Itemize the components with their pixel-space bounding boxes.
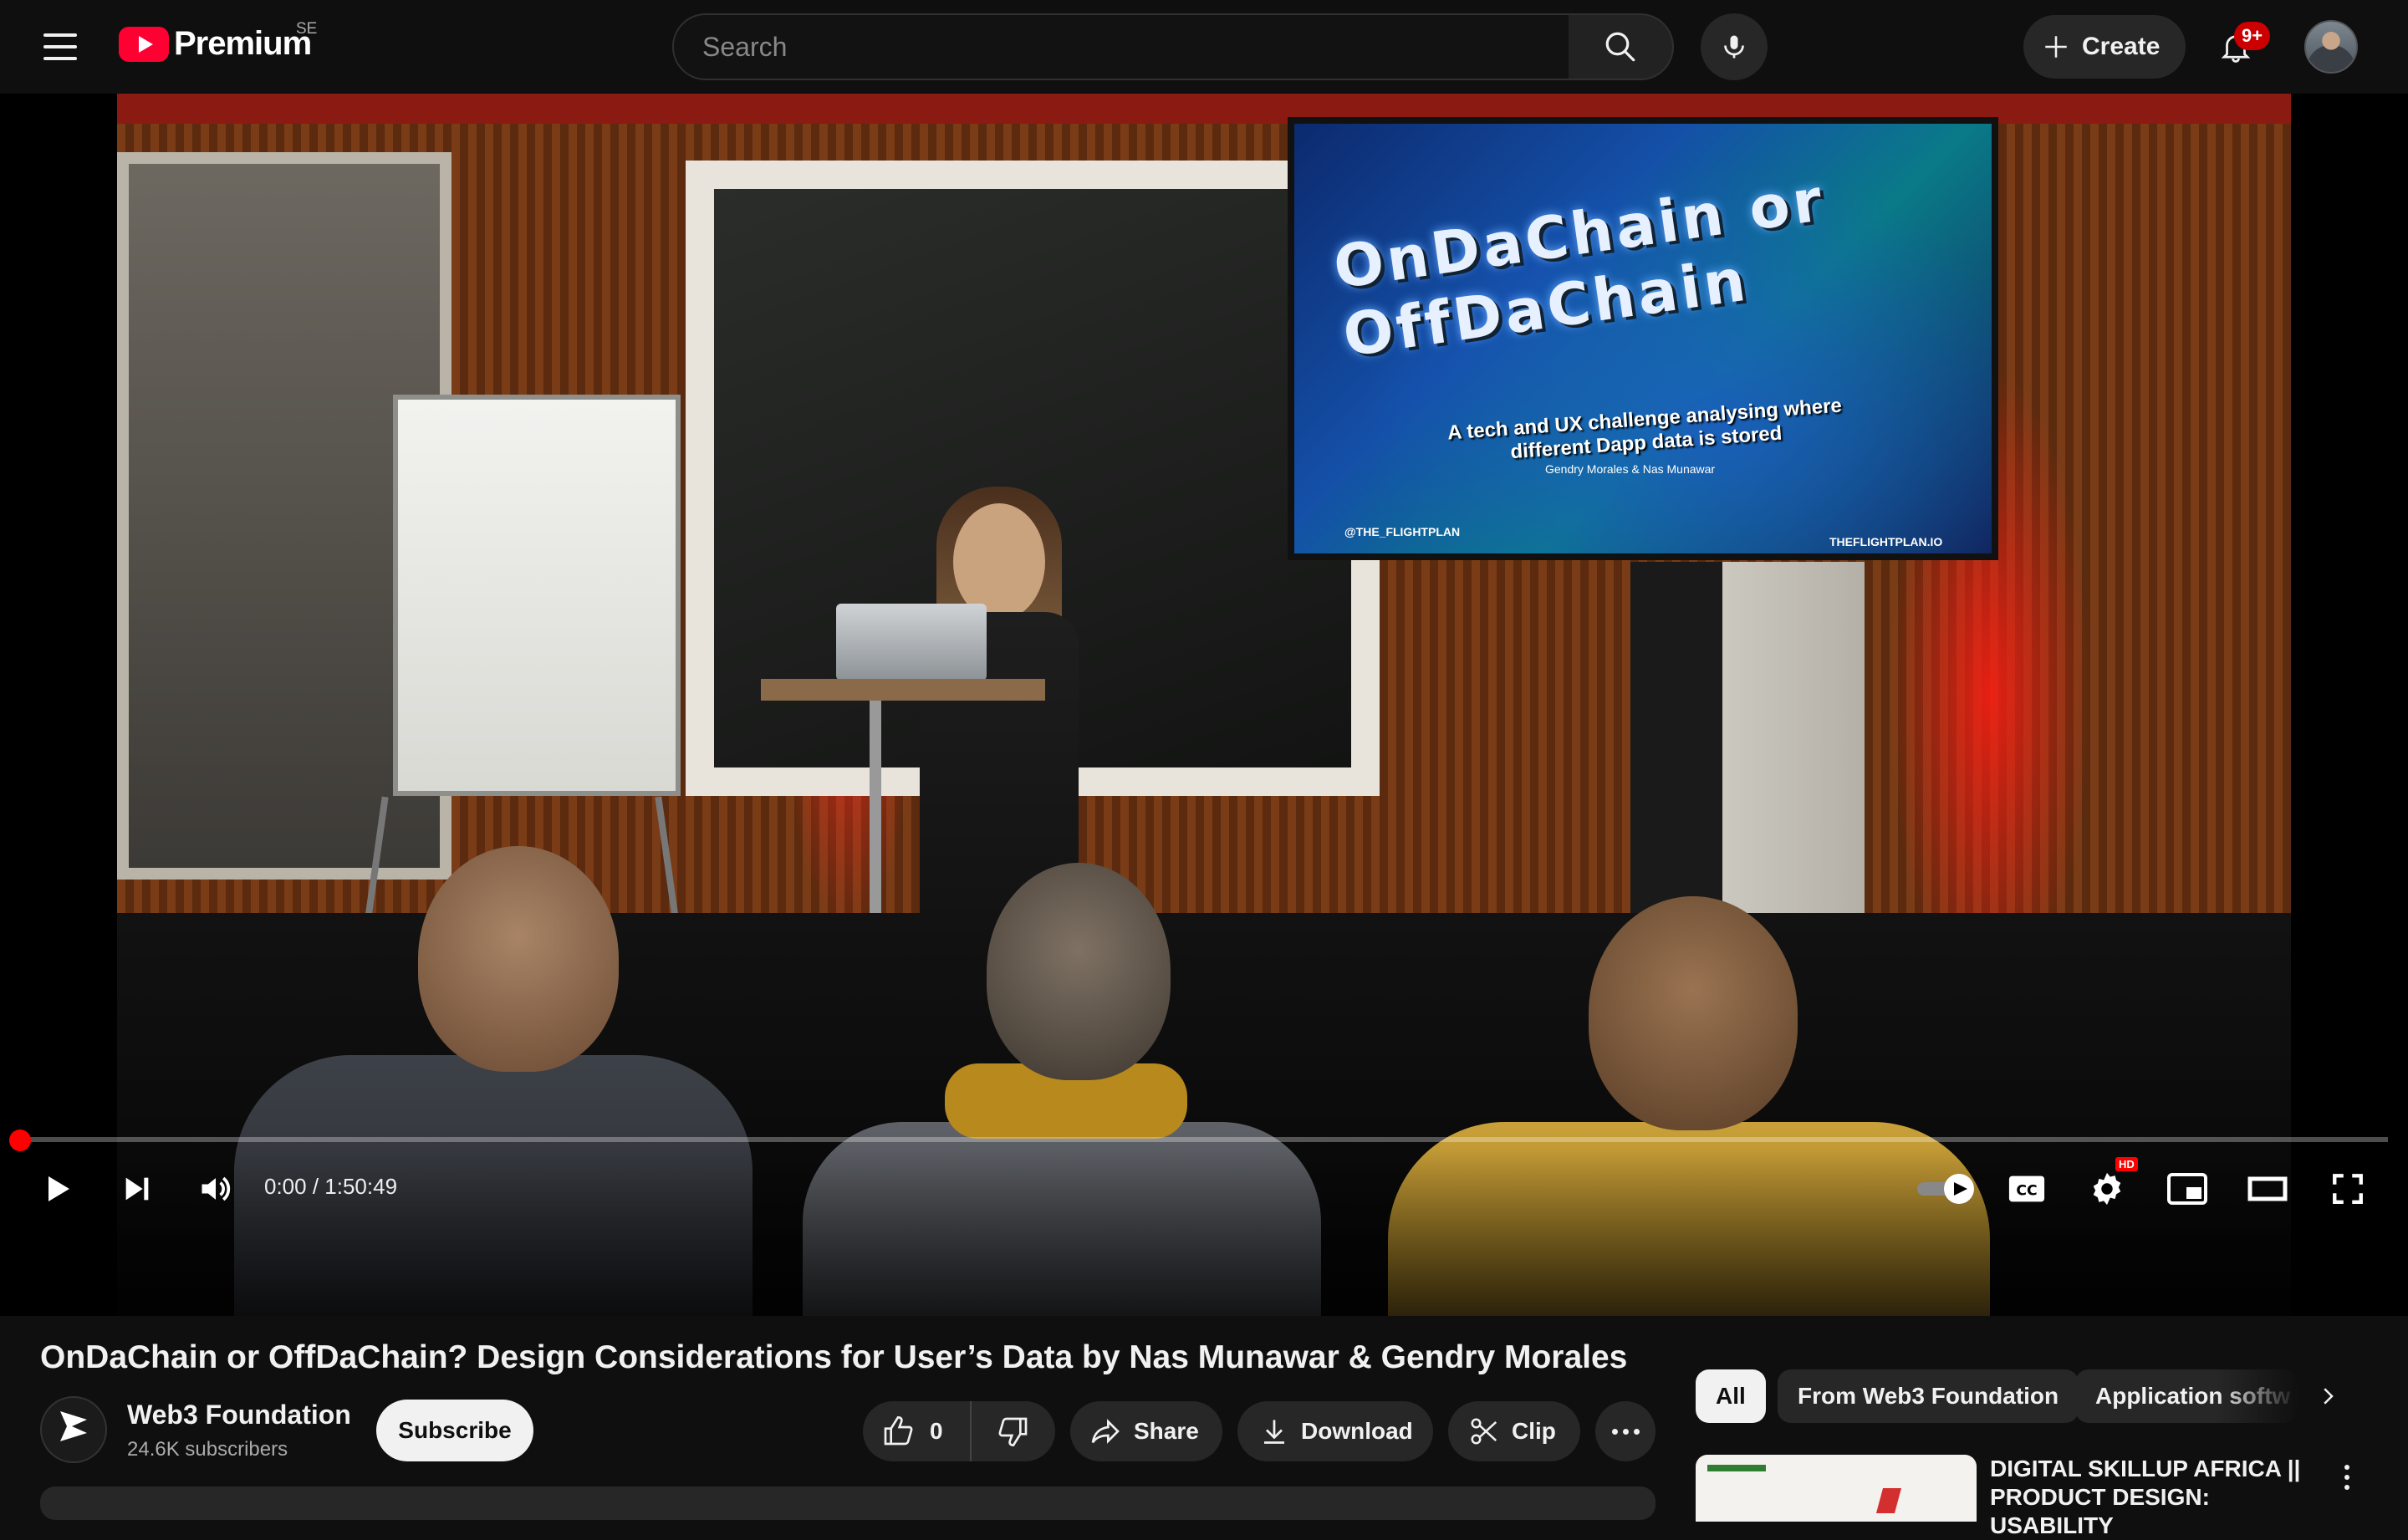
mute-button[interactable]: [189, 1162, 242, 1216]
hd-badge: HD: [2115, 1157, 2138, 1171]
subscribe-button[interactable]: Subscribe: [376, 1400, 533, 1461]
recommendation-menu-button[interactable]: [2334, 1456, 2360, 1498]
youtube-logo-icon: [119, 26, 169, 62]
share-label: Share: [1134, 1418, 1199, 1444]
more-dot: [1611, 1428, 1618, 1435]
scene-speaker-head: [953, 503, 1045, 620]
download-icon: [1264, 1420, 1284, 1444]
like-button[interactable]: 0: [863, 1401, 970, 1461]
autoplay-toggle[interactable]: [1915, 1162, 1978, 1216]
thumbs-up-icon: [884, 1415, 913, 1446]
logo-text: Premium: [174, 25, 312, 62]
description-box[interactable]: [40, 1486, 1656, 1520]
channel-avatar[interactable]: [40, 1396, 107, 1463]
scene-audience-head: [418, 846, 619, 1072]
chevron-right-icon: [2324, 1388, 2334, 1405]
chip-from-web3-foundation[interactable]: From Web3 Foundation: [1778, 1369, 2079, 1423]
slide-names: Gendry Morales & Nas Munawar: [1545, 462, 1716, 476]
more-dot: [1622, 1428, 1629, 1435]
share-button[interactable]: Share: [1070, 1401, 1222, 1461]
menu-icon[interactable]: [37, 28, 84, 65]
slide-handle: @THE_FLIGHTPLAN: [1344, 525, 1461, 538]
clip-label: Clip: [1512, 1418, 1556, 1444]
miniplayer-button[interactable]: [2161, 1162, 2214, 1216]
recommendation-thumbnail[interactable]: [1696, 1455, 1977, 1522]
search-button[interactable]: [1569, 13, 1674, 80]
chip-next-button[interactable]: [2303, 1371, 2353, 1421]
create-label: Create: [2082, 33, 2161, 60]
captions-button[interactable]: CC: [2000, 1162, 2053, 1216]
more-actions-button[interactable]: [1595, 1401, 1656, 1461]
search-input[interactable]: [674, 15, 1569, 79]
clip-button[interactable]: Clip: [1448, 1401, 1580, 1461]
channel-name[interactable]: Web3 Foundation: [127, 1400, 351, 1430]
video-player[interactable]: OnDaChain or OffDaChain A tech and UX ch…: [0, 94, 2408, 1316]
chip-fade: [2216, 1368, 2299, 1425]
slide-site: THEFLIGHTPLAN.IO: [1829, 535, 1943, 548]
scene-audience-head: [987, 863, 1171, 1080]
plus-icon: [2045, 36, 2067, 58]
scene-laptop: [836, 604, 987, 681]
progress-scrubber[interactable]: [9, 1130, 31, 1151]
cc-icon: CC: [2008, 1175, 2045, 1202]
autoplay-toggle-icon: [1917, 1174, 1974, 1204]
scene-flipchart: [393, 395, 681, 796]
current-time: 0:00: [264, 1174, 307, 1199]
scissors-icon: [1471, 1418, 1497, 1445]
youtube-premium-logo[interactable]: Premium SE: [119, 20, 317, 63]
fullscreen-button[interactable]: [2321, 1162, 2375, 1216]
microphone-icon: [1724, 35, 1744, 59]
volume-icon: [202, 1176, 231, 1201]
search-box: [672, 13, 1570, 80]
download-label: Download: [1301, 1418, 1413, 1444]
skip-next-icon: [125, 1177, 149, 1201]
presentation-screen: OnDaChain or OffDaChain A tech and UX ch…: [1288, 117, 1998, 560]
voice-search-button[interactable]: [1701, 13, 1768, 80]
notification-count-badge: 9+: [2234, 22, 2271, 50]
slide: OnDaChain or OffDaChain A tech and UX ch…: [1294, 124, 1992, 553]
time-display: 0:00 / 1:50:49: [264, 1174, 397, 1200]
web3-foundation-logo-icon: [60, 1411, 87, 1441]
play-icon: [48, 1176, 69, 1201]
play-button[interactable]: [30, 1162, 84, 1216]
masthead: Premium SE Create 9+: [0, 0, 2408, 94]
svg-text:CC: CC: [2016, 1183, 2037, 1200]
thumbs-down-icon: [998, 1417, 1028, 1447]
region-code: SE: [296, 20, 318, 38]
slide-title: OnDaChain or OffDaChain: [1329, 165, 1829, 370]
scene-audience-head: [1589, 896, 1798, 1130]
dislike-button[interactable]: [970, 1401, 1055, 1461]
miniplayer-icon: [2167, 1173, 2207, 1205]
duration: 1:50:49: [324, 1174, 398, 1199]
progress-bar[interactable]: [20, 1137, 2388, 1142]
scene-lectern: [761, 679, 1045, 701]
next-button[interactable]: [110, 1162, 164, 1216]
theater-mode-icon: [2247, 1176, 2288, 1201]
more-dot: [1633, 1428, 1640, 1435]
recommendation-title[interactable]: DIGITAL SKILLUP AFRICA || PRODUCT DESIGN…: [1990, 1455, 2308, 1540]
share-icon: [1091, 1419, 1120, 1444]
search-icon: [1605, 32, 1635, 62]
video-frame: OnDaChain or OffDaChain A tech and UX ch…: [117, 94, 2291, 1316]
chip-all[interactable]: All: [1696, 1369, 1766, 1423]
like-count: 0: [930, 1418, 943, 1444]
create-button[interactable]: Create: [2023, 15, 2186, 79]
gear-icon: [2093, 1172, 2121, 1206]
video-title: OnDaChain or OffDaChain? Design Consider…: [40, 1339, 1628, 1375]
time-separator: /: [306, 1174, 325, 1199]
thumbnail-logo: [1707, 1465, 1766, 1471]
slide-subtitle: A tech and UX challenge analysing where …: [1446, 394, 1843, 464]
account-avatar[interactable]: [2304, 20, 2358, 74]
download-button[interactable]: Download: [1237, 1401, 1433, 1461]
thumbnail-graphic: [1875, 1488, 1902, 1513]
subscriber-count: 24.6K subscribers: [127, 1438, 288, 1461]
theater-mode-button[interactable]: [2241, 1162, 2294, 1216]
fullscreen-icon: [2333, 1174, 2363, 1204]
